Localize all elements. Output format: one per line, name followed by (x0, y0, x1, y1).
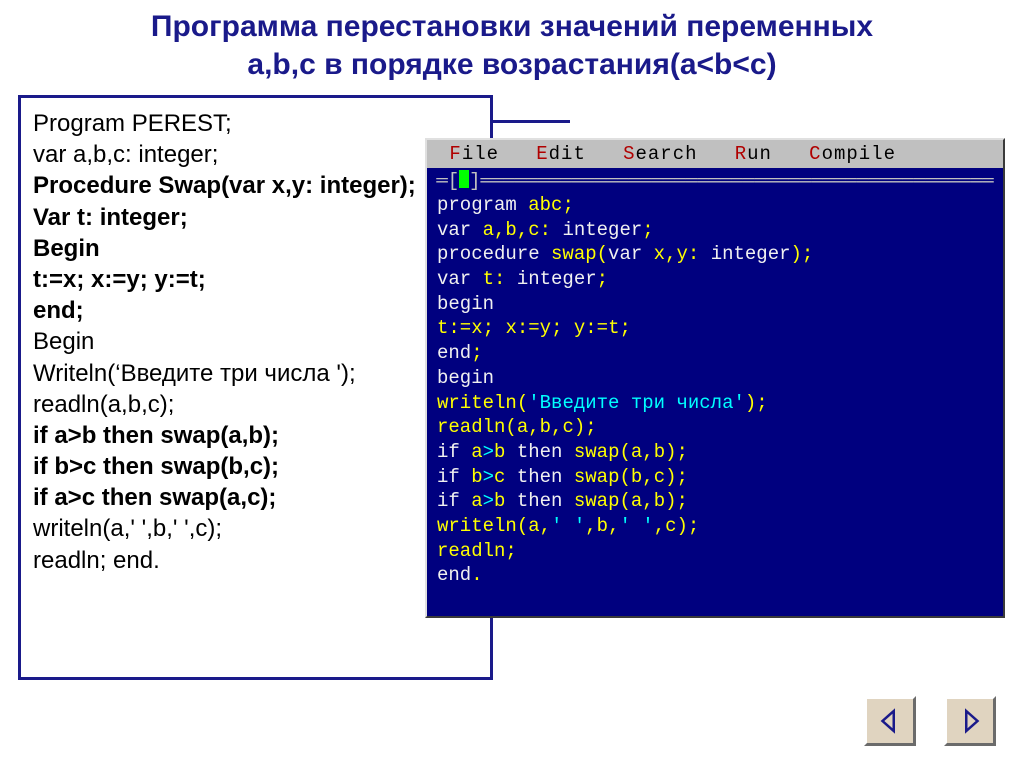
ide-code-line: begin (437, 292, 993, 317)
menu-hotkey: R (735, 143, 747, 165)
ide-code-line: end. (437, 563, 993, 588)
ide-code-line: var a,b,c: integer; (437, 218, 993, 243)
nav-controls (864, 696, 996, 746)
code-line: if a>c then swap(a,c); (33, 482, 478, 513)
code-line: end; (33, 295, 478, 326)
ide-code-line: writeln(a,' ',b,' ',c); (437, 514, 993, 539)
page-title: Программа перестановки значений переменн… (0, 0, 1024, 87)
cursor-icon (459, 170, 469, 188)
title-line1: Программа перестановки значений переменн… (151, 10, 873, 43)
next-button[interactable] (944, 696, 996, 746)
title-line2: a,b,c в порядке возрастания(a<b<c) (30, 46, 994, 84)
ide-code-line: begin (437, 366, 993, 391)
connector-line (490, 120, 570, 123)
code-line: Writeln(‘Введите три числа '); (33, 358, 478, 389)
ide-code-line: if a>b then swap(a,b); (437, 489, 993, 514)
code-listing-left: Program PEREST;var a,b,c: integer;Proced… (18, 95, 493, 680)
ide-code-line: end; (437, 341, 993, 366)
ide-code-line: if a>b then swap(a,b); (437, 440, 993, 465)
menu-item[interactable]: dit (549, 143, 586, 165)
ide-menubar: File Edit Search Run Compile (427, 140, 1003, 168)
code-line: writeln(a,' ',b,' ',c); (33, 513, 478, 544)
ide-code-line: if b>c then swap(b,c); (437, 465, 993, 490)
code-line: if b>c then swap(b,c); (33, 451, 478, 482)
ide-code-line: writeln('Введите три числа'); (437, 391, 993, 416)
ide-code-line: procedure swap(var x,y: integer); (437, 242, 993, 267)
code-line: readln; end. (33, 545, 478, 576)
prev-button[interactable] (864, 696, 916, 746)
ide-code-line: t:=x; x:=y; y:=t; (437, 316, 993, 341)
code-line: readln(a,b,c); (33, 389, 478, 420)
code-line: t:=x; x:=y; y:=t; (33, 264, 478, 295)
menu-hotkey: E (536, 143, 548, 165)
menu-hotkey: F (449, 143, 461, 165)
menu-hotkey: S (623, 143, 635, 165)
ide-terminal: program abc;var a,b,c: integer;procedure… (427, 191, 1003, 596)
menu-hotkey: C (809, 143, 821, 165)
ide-code-line: readln(a,b,c); (437, 415, 993, 440)
code-line: Procedure Swap(var x,y: integer); (33, 170, 478, 201)
ide-window: File Edit Search Run Compile ═[]════════… (425, 138, 1005, 618)
code-line: Program PEREST; (33, 108, 478, 139)
ide-code-line: readln; (437, 539, 993, 564)
menu-item[interactable]: un (747, 143, 772, 165)
menu-item[interactable]: earch (636, 143, 698, 165)
menu-item[interactable]: ile (462, 143, 499, 165)
ide-code-line: var t: integer; (437, 267, 993, 292)
code-line: Begin (33, 233, 478, 264)
code-line: if a>b then swap(a,b); (33, 420, 478, 451)
chevron-right-icon (955, 706, 985, 736)
ide-frame-top: ═[]═════════════════════════════════════… (427, 168, 1003, 191)
code-line: Var t: integer; (33, 202, 478, 233)
menu-item[interactable]: ompile (822, 143, 896, 165)
code-line: Begin (33, 326, 478, 357)
ide-code-line: program abc; (437, 193, 993, 218)
code-line: var a,b,c: integer; (33, 139, 478, 170)
chevron-left-icon (875, 706, 905, 736)
